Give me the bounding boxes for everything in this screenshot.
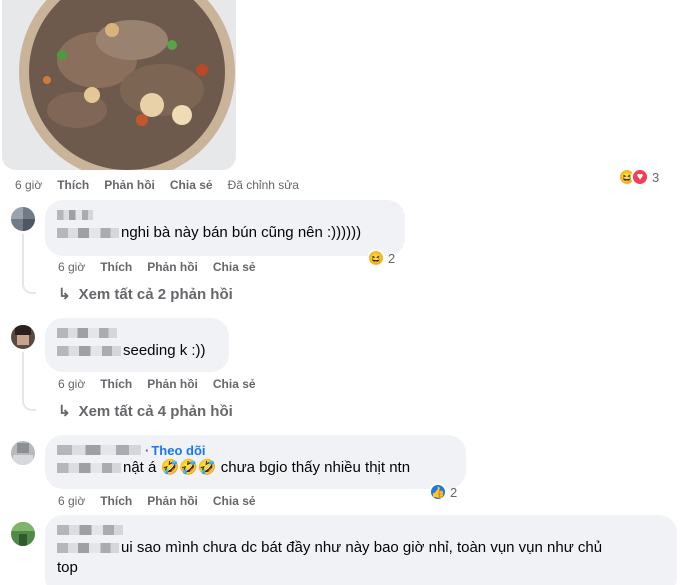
haha-icon: 😆 <box>367 249 385 267</box>
comment-reactions[interactable]: 😆 2 <box>367 249 395 267</box>
comment-text-row: nghi bà này bán bún cũng nên :)))))) <box>57 223 393 243</box>
post-image[interactable] <box>2 0 236 170</box>
follow-link[interactable]: Theo dõi <box>151 443 205 458</box>
comment-bubble: ui sao mình chưa dc bát đầy như này bao … <box>45 515 677 585</box>
comment-reactions[interactable]: 👍 2 <box>429 483 457 501</box>
like-button[interactable]: Thích <box>100 260 132 274</box>
post-meta-row: 6 giờ Thích Phản hồi Chia sẻ Đã chỉnh sử… <box>15 178 314 192</box>
comment-text-row: nật á 🤣🤣🤣 chưa bgio thấy nhiều thịt ntn <box>57 458 454 478</box>
name-separator: · <box>145 442 150 458</box>
avatar[interactable] <box>11 325 35 349</box>
post-time[interactable]: 6 giờ <box>15 178 42 192</box>
reply-button[interactable]: Phản hồi <box>147 377 198 391</box>
blurred-mention <box>57 346 121 357</box>
comment-bubble: · Theo dõi nật á 🤣🤣🤣 chưa bgio thấy nhiề… <box>45 435 466 489</box>
like-button[interactable]: Thích <box>57 178 89 192</box>
comment-bubble: seeding k :)) <box>45 318 229 372</box>
like-button[interactable]: Thích <box>100 494 132 508</box>
thread-connector <box>22 397 36 411</box>
comment-text: ui sao mình chưa dc bát đầy như này bao … <box>121 539 603 556</box>
comment-text-row: ui sao mình chưa dc bát đầy như này bao … <box>57 538 665 558</box>
blurred-mention <box>57 228 119 239</box>
avatar[interactable] <box>11 207 35 231</box>
thread-line <box>22 234 24 284</box>
blurred-mention <box>57 543 119 554</box>
share-button[interactable]: Chia sẻ <box>213 494 256 508</box>
like-button[interactable]: Thích <box>100 377 132 391</box>
blurred-mention <box>57 463 121 474</box>
see-all-replies-label: Xem tất cả 2 phản hồi <box>78 285 233 303</box>
share-button[interactable]: Chia sẻ <box>213 377 256 391</box>
thread-line <box>22 352 24 400</box>
heart-icon: ♥ <box>631 168 649 186</box>
reaction-count: 2 <box>388 250 396 266</box>
comment-time[interactable]: 6 giờ <box>58 377 85 391</box>
comment-text-continued: top <box>57 559 78 576</box>
blurred-name[interactable] <box>57 445 141 455</box>
reaction-count: 3 <box>652 169 660 185</box>
see-all-replies-label: Xem tất cả 4 phản hồi <box>78 402 233 420</box>
see-all-replies[interactable]: ↳ Xem tất cả 4 phản hồi <box>58 402 233 421</box>
reply-arrow-icon: ↳ <box>58 286 71 303</box>
comment-meta-row: 6 giờ Thích Phản hồi Chia sẻ <box>58 494 271 508</box>
comment-text: nghi bà này bán bún cũng nên :)))))) <box>121 224 362 241</box>
comment-text: seeding k :)) <box>123 342 206 359</box>
comment-meta-row: 6 giờ Thích Phản hồi Chia sẻ <box>58 377 271 391</box>
reply-button[interactable]: Phản hồi <box>104 178 155 192</box>
blurred-name <box>57 210 93 220</box>
see-all-replies[interactable]: ↳ Xem tất cả 2 phản hồi <box>58 285 233 304</box>
commenter-name-row: · Theo dõi <box>57 442 454 458</box>
reply-arrow-icon: ↳ <box>58 403 71 420</box>
blurred-name <box>57 328 117 338</box>
post-reactions[interactable]: 😆 ♥ 3 <box>618 168 659 186</box>
comment-meta-row: 6 giờ Thích Phản hồi Chia sẻ <box>58 260 271 274</box>
reply-button[interactable]: Phản hồi <box>147 494 198 508</box>
comment-bubble: nghi bà này bán bún cũng nên :)))))) <box>45 200 405 256</box>
commenter-name[interactable] <box>57 325 217 341</box>
share-button[interactable]: Chia sẻ <box>170 178 213 192</box>
avatar[interactable] <box>11 441 35 465</box>
reply-button[interactable]: Phản hồi <box>147 260 198 274</box>
like-icon: 👍 <box>429 483 447 501</box>
comment-text: nật á 🤣🤣🤣 chưa bgio thấy nhiều thịt ntn <box>123 459 411 476</box>
commenter-name[interactable] <box>57 207 393 223</box>
comment-time[interactable]: 6 giờ <box>58 494 85 508</box>
commenter-name[interactable] <box>57 522 665 538</box>
thread-connector <box>22 280 36 294</box>
reaction-count: 2 <box>450 484 458 500</box>
avatar[interactable] <box>11 522 35 546</box>
share-button[interactable]: Chia sẻ <box>213 260 256 274</box>
edited-label: Đã chỉnh sửa <box>227 178 299 192</box>
blurred-name <box>57 525 123 535</box>
noodle-bowl-photo <box>2 0 236 170</box>
comment-text-row: seeding k :)) <box>57 341 217 361</box>
comment-time[interactable]: 6 giờ <box>58 260 85 274</box>
